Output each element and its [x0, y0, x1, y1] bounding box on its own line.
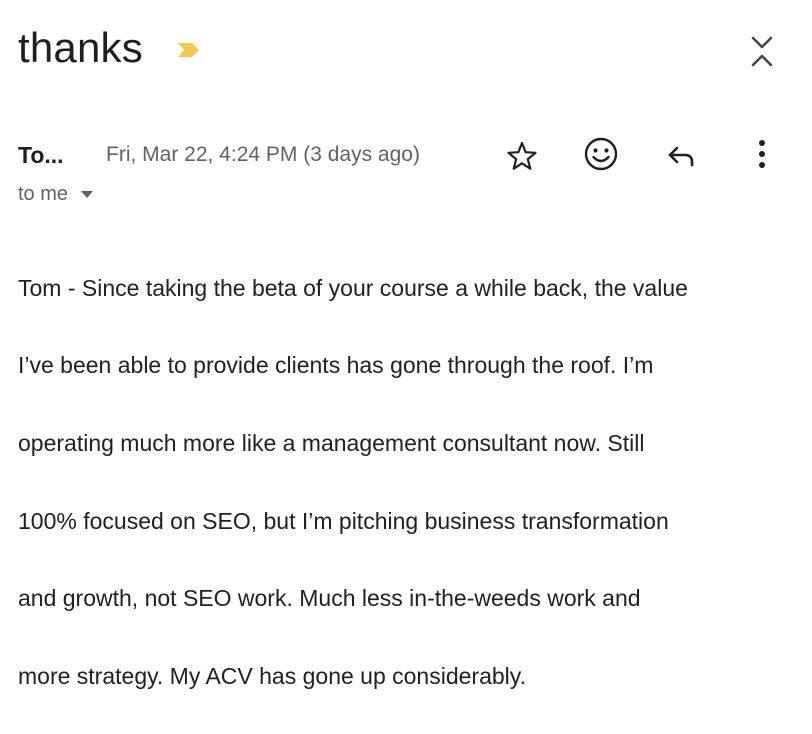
star-button[interactable] — [502, 136, 542, 176]
more-vert-icon — [759, 140, 765, 168]
email-body-line: more strategy. My ACV has gone up consid… — [18, 662, 526, 689]
email-body-line: Tom - Since taking the beta of your cour… — [18, 274, 688, 301]
sender-name[interactable]: To... — [18, 140, 64, 170]
email-body-line: and growth, not SEO work. Much less in-t… — [18, 585, 641, 612]
recipient-label: to me — [18, 183, 69, 205]
more-options-button[interactable] — [742, 134, 782, 174]
email-body-line: operating much more like a management co… — [18, 429, 645, 456]
email-body-line: I’ve been able to provide clients has go… — [18, 352, 654, 379]
recipient-details-toggle[interactable]: to me — [18, 180, 94, 208]
emoji-react-button[interactable] — [581, 134, 621, 174]
emoji-react-icon — [584, 137, 618, 171]
email-body: Tom - Since taking the beta of your cour… — [18, 230, 798, 734]
star-icon — [507, 141, 537, 170]
important-marker-icon[interactable] — [176, 40, 202, 60]
reply-button[interactable] — [661, 136, 701, 176]
unfold-icon[interactable] — [748, 34, 776, 70]
reply-icon — [668, 146, 694, 167]
email-date: Fri, Mar 22, 4:24 PM (3 days ago) — [106, 143, 420, 166]
email-subject: thanks — [18, 24, 143, 71]
email-body-line: 100% focused on SEO, but I’m pitching bu… — [18, 507, 669, 534]
caret-down-icon — [81, 191, 94, 198]
